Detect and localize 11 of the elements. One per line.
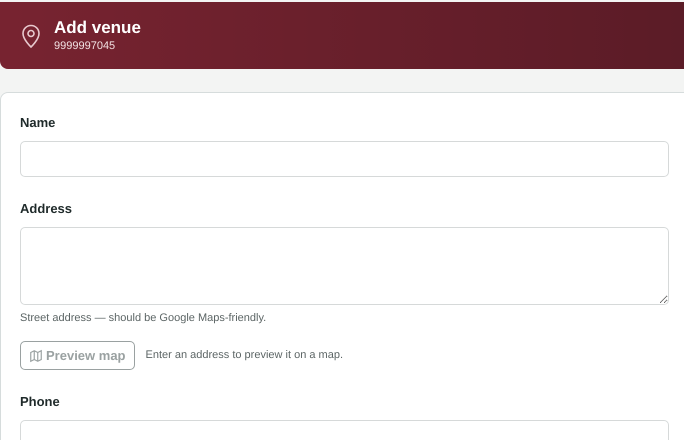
field-label: Address [20,201,74,217]
text-field[interactable] [20,141,669,177]
hint-text: Street address — should be Google Maps-friendly. [20,311,268,325]
address-field[interactable] [20,227,669,305]
field-label: Phone [20,394,61,410]
field-label: Name [20,115,56,131]
map-icon [29,348,43,362]
location-pin-icon [21,24,41,48]
page-title: Add venue [54,18,141,38]
page-subtitle: 9999997045 [54,39,116,53]
preview-note: Enter an address to preview it on a map. [146,348,343,364]
